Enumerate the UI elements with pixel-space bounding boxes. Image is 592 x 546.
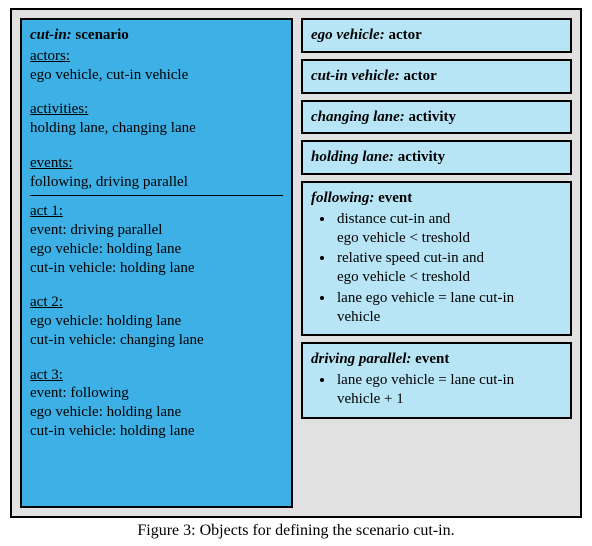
actors-heading: actors: bbox=[30, 47, 283, 66]
act2-section: act 2: ego vehicle: holding lane cut-in … bbox=[30, 293, 283, 349]
right-column: ego vehicle: actor cut-in vehicle: actor… bbox=[301, 18, 572, 419]
following-val: event bbox=[378, 190, 412, 206]
divider bbox=[30, 195, 283, 196]
changing-lane-val: activity bbox=[409, 109, 456, 125]
act2-heading: act 2: bbox=[30, 293, 283, 312]
activities-values: holding lane, changing lane bbox=[30, 119, 283, 138]
cutin-vehicle-key: cut-in vehicle: bbox=[311, 68, 400, 84]
left-column: cut-in: scenario actors: ego vehicle, cu… bbox=[20, 18, 293, 508]
events-section: events: following, driving parallel bbox=[30, 154, 283, 192]
actors-section: actors: ego vehicle, cut-in vehicle bbox=[30, 47, 283, 85]
events-values: following, driving parallel bbox=[30, 173, 283, 192]
following-bullets: distance cut-in and ego vehicle < tresho… bbox=[335, 210, 562, 327]
ego-vehicle-val: actor bbox=[388, 27, 421, 43]
cutin-vehicle-box: cut-in vehicle: actor bbox=[301, 59, 572, 94]
act3-line2: ego vehicle: holding lane bbox=[30, 403, 283, 422]
changing-lane-box: changing lane: activity bbox=[301, 100, 572, 135]
list-item: distance cut-in and ego vehicle < tresho… bbox=[335, 210, 562, 248]
act1-line3: cut-in vehicle: holding lane bbox=[30, 259, 283, 278]
activities-heading: activities: bbox=[30, 100, 283, 119]
scenario-title-key: cut-in: bbox=[30, 27, 72, 43]
scenario-title: cut-in: scenario bbox=[30, 26, 283, 45]
ego-vehicle-key: ego vehicle: bbox=[311, 27, 385, 43]
cutin-vehicle-val: actor bbox=[403, 68, 436, 84]
act3-line3: cut-in vehicle: holding lane bbox=[30, 422, 283, 441]
activities-section: activities: holding lane, changing lane bbox=[30, 100, 283, 138]
act1-heading: act 1: bbox=[30, 202, 283, 221]
act1-section: act 1: event: driving parallel ego vehic… bbox=[30, 202, 283, 277]
act3-line1: event: following bbox=[30, 384, 283, 403]
act3-heading: act 3: bbox=[30, 366, 283, 385]
events-heading: events: bbox=[30, 154, 283, 173]
driving-parallel-event-box: driving parallel: event lane ego vehicle… bbox=[301, 342, 572, 418]
holding-lane-box: holding lane: activity bbox=[301, 140, 572, 175]
list-item: lane ego vehicle = lane cut-in vehicle +… bbox=[335, 371, 562, 409]
parallel-val: event bbox=[415, 351, 449, 367]
figure-caption: Figure 3: Objects for defining the scena… bbox=[10, 522, 582, 540]
list-item: relative speed cut-in and ego vehicle < … bbox=[335, 249, 562, 287]
act2-line1: ego vehicle: holding lane bbox=[30, 312, 283, 331]
act1-line2: ego vehicle: holding lane bbox=[30, 240, 283, 259]
holding-lane-val: activity bbox=[398, 149, 445, 165]
following-key: following: bbox=[311, 190, 374, 206]
following-event-box: following: event distance cut-in and ego… bbox=[301, 181, 572, 336]
act3-section: act 3: event: following ego vehicle: hol… bbox=[30, 366, 283, 441]
scenario-title-val: scenario bbox=[75, 27, 128, 43]
changing-lane-key: changing lane: bbox=[311, 109, 405, 125]
holding-lane-key: holding lane: bbox=[311, 149, 394, 165]
parallel-key: driving parallel: bbox=[311, 351, 411, 367]
figure: cut-in: scenario actors: ego vehicle, cu… bbox=[0, 0, 592, 546]
figure-panel: cut-in: scenario actors: ego vehicle, cu… bbox=[10, 8, 582, 518]
act2-line2: cut-in vehicle: changing lane bbox=[30, 331, 283, 350]
list-item: lane ego vehicle = lane cut-in vehicle bbox=[335, 289, 562, 327]
parallel-bullets: lane ego vehicle = lane cut-in vehicle +… bbox=[335, 371, 562, 409]
ego-vehicle-box: ego vehicle: actor bbox=[301, 18, 572, 53]
actors-values: ego vehicle, cut-in vehicle bbox=[30, 66, 283, 85]
act1-line1: event: driving parallel bbox=[30, 221, 283, 240]
scenario-box: cut-in: scenario actors: ego vehicle, cu… bbox=[20, 18, 293, 508]
